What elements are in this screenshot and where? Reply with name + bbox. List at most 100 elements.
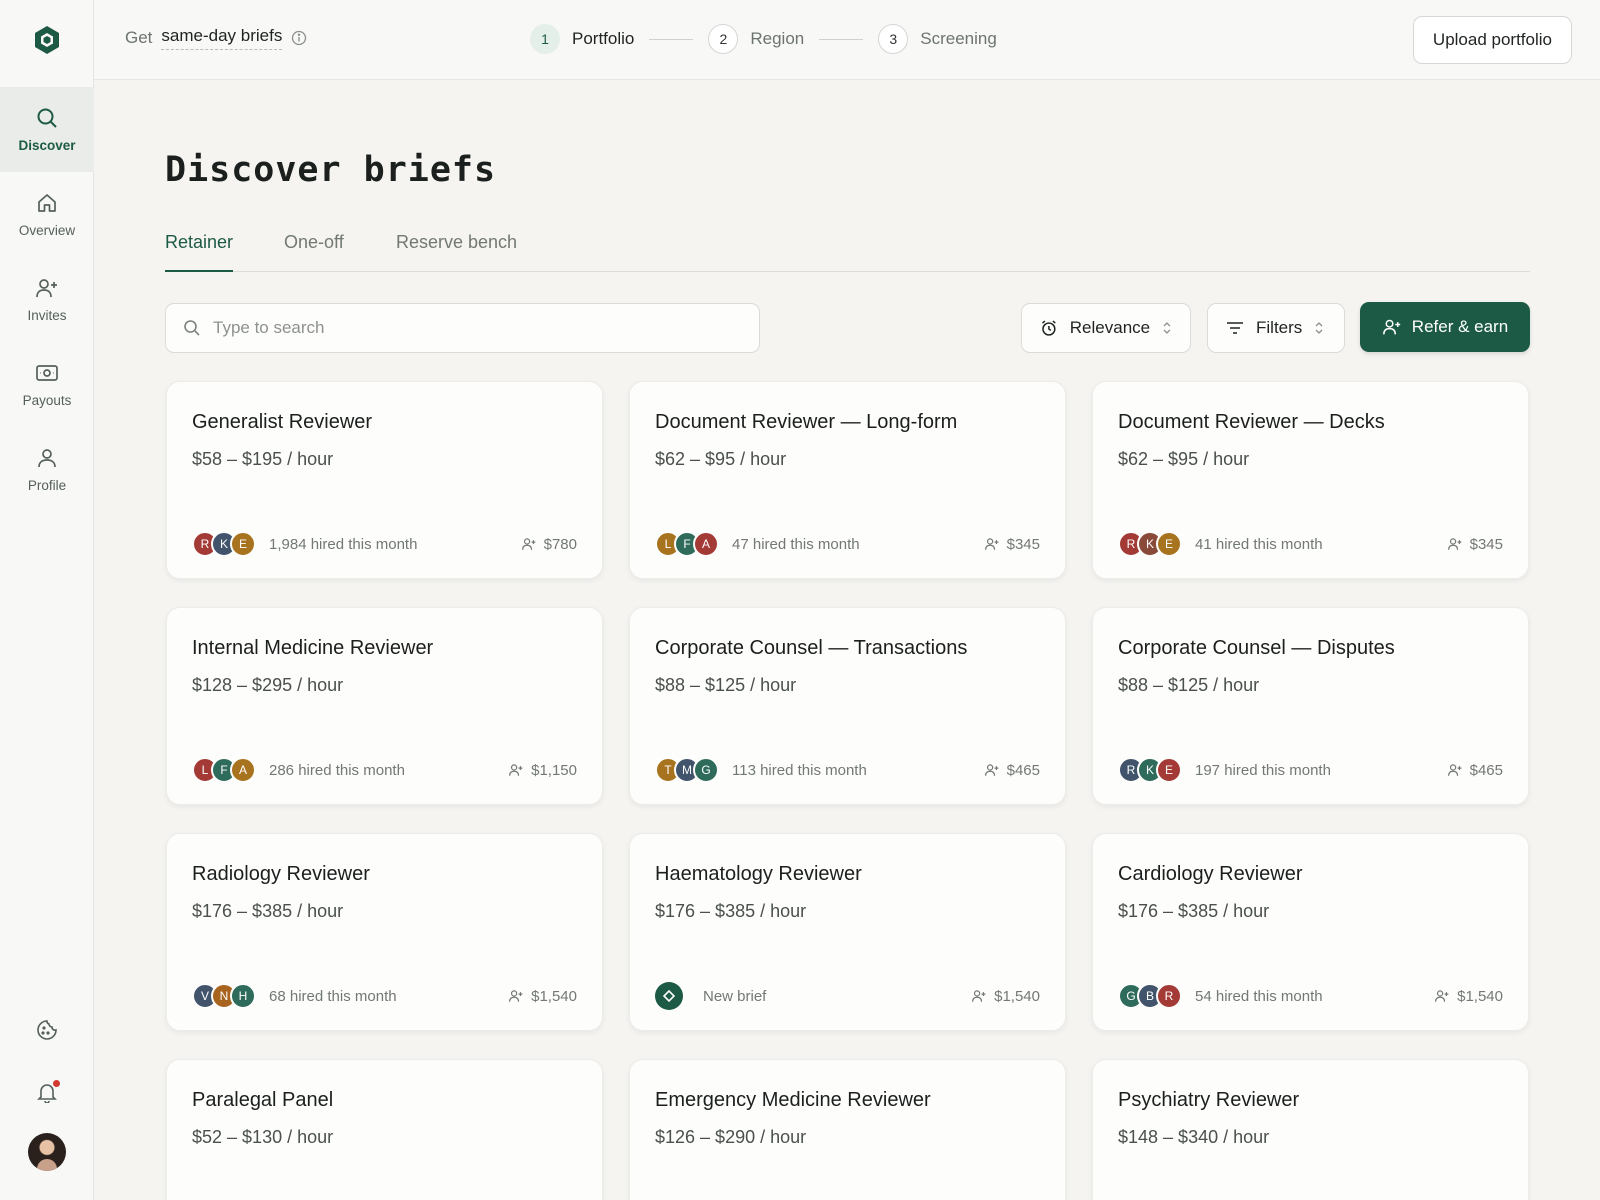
refer-label: Refer & earn: [1411, 317, 1509, 336]
topbar: Get same-day briefs 1 Portfolio 2 Region…: [94, 0, 1600, 80]
user-avatar[interactable]: [28, 1133, 66, 1171]
step-label: Screening: [920, 29, 997, 48]
brief-card[interactable]: Internal Medicine Reviewer $128 – $295 / …: [166, 607, 603, 805]
brief-title: Psychiatry Reviewer: [1118, 1089, 1300, 1111]
user-plus-icon: [1447, 764, 1461, 776]
hired-avatars: VNH: [192, 983, 256, 1009]
brief-card[interactable]: Corporate Counsel — Disputes $88 – $125 /…: [1092, 607, 1529, 805]
brief-rate: $62 – $95 / hour: [1118, 449, 1250, 469]
alarm-clock-icon: [1042, 320, 1056, 336]
brief-rate: $58 – $195 / hour: [192, 449, 334, 469]
brief-title: Generalist Reviewer: [192, 411, 373, 433]
referral-bonus: $1,540: [508, 988, 577, 1005]
search-icon: [35, 106, 59, 130]
user-plus-icon: [972, 990, 986, 1002]
sort-select[interactable]: Relevance: [1021, 303, 1191, 353]
sidebar-item-overview[interactable]: Overview: [0, 172, 94, 257]
notifications-button[interactable]: [0, 1072, 94, 1112]
step-label: Region: [750, 29, 805, 48]
brief-rate: $148 – $340 / hour: [1118, 1127, 1270, 1147]
sidebar-item-label: Invites: [27, 308, 67, 323]
tab-retainer[interactable]: Retainer: [165, 232, 234, 272]
sidebar-item-label: Profile: [27, 478, 67, 493]
hired-count: 1,984 hired this month: [269, 535, 418, 553]
brief-card[interactable]: Haematology Reviewer $176 – $385 / hour Ne…: [629, 833, 1066, 1031]
brief-rate: $128 – $295 / hour: [192, 675, 344, 695]
brief-card[interactable]: Radiology Reviewer $176 – $385 / hour V N H 6…: [166, 833, 603, 1031]
brief-title: Paralegal Panel: [192, 1089, 334, 1111]
user-plus-icon: [984, 764, 998, 776]
tab-reserve-bench[interactable]: Reserve bench: [396, 232, 517, 270]
avatar: A: [693, 531, 719, 557]
new-brief-icon: [655, 982, 683, 1010]
brief-card[interactable]: Emergency Medicine Reviewer $126 – $290 /…: [629, 1059, 1066, 1200]
brief-card[interactable]: Document Reviewer — Long-form $62 – $95 /…: [629, 381, 1066, 579]
brief-card[interactable]: Psychiatry Reviewer $148 – $340 / hour: [1092, 1059, 1529, 1200]
brief-footer: G B R 54 hired this month $1,540: [1118, 981, 1503, 1011]
get-prefix: Get: [125, 28, 153, 47]
step-connector: [649, 38, 694, 40]
step-portfolio[interactable]: 1 Portfolio: [530, 24, 634, 54]
brief-title: Internal Medicine Reviewer: [192, 637, 434, 659]
brief-type-tabs: Retainer One-off Reserve bench: [165, 222, 1530, 272]
hired-count: 197 hired this month: [1195, 761, 1331, 779]
hired-avatars: LFA: [192, 757, 256, 783]
referral-bonus: $780: [521, 536, 577, 553]
hired-avatars: RKE: [1118, 531, 1182, 557]
brief-rate: $176 – $385 / hour: [192, 901, 344, 921]
hired-count: 286 hired this month: [269, 761, 405, 779]
referral-bonus: $465: [1447, 762, 1503, 779]
step-region[interactable]: 2 Region: [708, 24, 804, 54]
refer-and-earn-button[interactable]: Refer & earn: [1360, 302, 1530, 352]
brief-card[interactable]: Paralegal Panel $52 – $130 / hour: [166, 1059, 603, 1200]
user-plus-icon: [35, 276, 59, 300]
brief-title: Corporate Counsel — Transactions: [655, 637, 968, 659]
referral-bonus: $345: [984, 536, 1040, 553]
avatar: E: [1156, 757, 1182, 783]
sidebar-item-profile[interactable]: Profile: [0, 427, 94, 512]
avatar: G: [693, 757, 719, 783]
cookie-icon: [37, 1020, 57, 1040]
sidebar-item-payouts[interactable]: Payouts: [0, 342, 94, 427]
hired-count: 47 hired this month: [732, 535, 860, 553]
step-number: 2: [708, 24, 739, 54]
brief-title: Document Reviewer — Long-form: [655, 411, 958, 433]
step-number: 3: [878, 24, 909, 54]
info-icon[interactable]: [291, 30, 307, 46]
brief-title: Cardiology Reviewer: [1118, 863, 1303, 885]
cookie-settings-button[interactable]: [0, 1010, 94, 1050]
step-screening[interactable]: 3 Screening: [878, 24, 997, 54]
same-day-briefs-link[interactable]: same-day briefs: [161, 26, 283, 50]
brief-card[interactable]: Document Reviewer — Decks $62 – $95 / hou…: [1092, 381, 1529, 579]
avatar: E: [1156, 531, 1182, 557]
search-box: [165, 303, 760, 353]
brand-logo[interactable]: [0, 0, 94, 80]
filters-label: Filters: [1256, 318, 1303, 337]
brief-title: Emergency Medicine Reviewer: [655, 1089, 931, 1111]
referral-bonus-amount: $1,150: [531, 761, 577, 779]
sidebar-item-invites[interactable]: Invites: [0, 257, 94, 342]
sidebar-item-label: Payouts: [22, 393, 72, 408]
referral-bonus: $1,540: [971, 988, 1040, 1005]
brief-card[interactable]: Corporate Counsel — Transactions $88 – $1…: [629, 607, 1066, 805]
user-plus-icon: [509, 990, 523, 1002]
brief-footer: R K E 1,984 hired this month $780: [192, 529, 577, 559]
hired-count: 68 hired this month: [269, 987, 397, 1005]
hired-avatars: GBR: [1118, 983, 1182, 1009]
referral-bonus-amount: $465: [1469, 761, 1503, 779]
referral-bonus-amount: $345: [1469, 535, 1503, 553]
avatar: A: [230, 757, 256, 783]
brief-card[interactable]: Generalist Reviewer $58 – $195 / hour R K E 1…: [166, 381, 603, 579]
user-plus-icon: [1435, 990, 1449, 1002]
brief-rate: $88 – $125 / hour: [655, 675, 797, 695]
brief-footer: V N H 68 hired this month $1,540: [192, 981, 577, 1011]
tab-one-off[interactable]: One-off: [284, 232, 344, 270]
sidebar-item-discover[interactable]: Discover: [0, 87, 94, 172]
upload-portfolio-button[interactable]: Upload portfolio: [1412, 16, 1572, 64]
brief-card[interactable]: Cardiology Reviewer $176 – $385 / hour G B R…: [1092, 833, 1529, 1031]
brief-footer: R K E 197 hired this month $465: [1118, 755, 1503, 785]
search-input[interactable]: [213, 318, 713, 338]
referral-bonus: $345: [1447, 536, 1503, 553]
user-plus-icon: [1382, 319, 1400, 335]
filters-select[interactable]: Filters: [1207, 303, 1345, 353]
